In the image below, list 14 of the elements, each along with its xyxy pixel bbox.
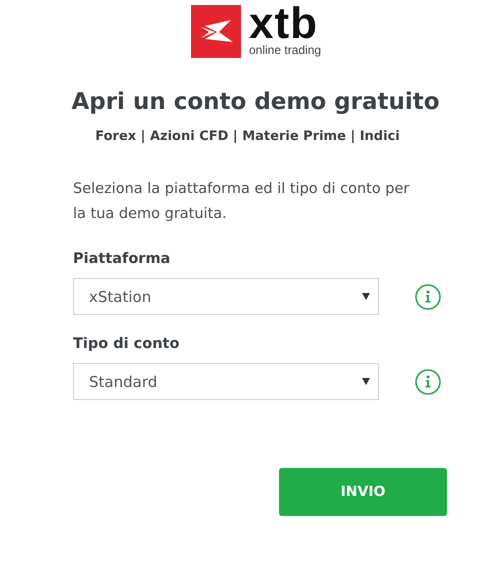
caret-icon — [362, 293, 370, 300]
caret-icon — [362, 378, 370, 385]
intro-text: Seleziona la piattaforma ed il tipo di conto per la tua demo gratuita. — [73, 180, 410, 224]
logo-mark-icon — [191, 5, 241, 58]
info-icon[interactable] — [415, 284, 441, 310]
field-label: Piattaforma — [73, 250, 172, 268]
subtitle: Forex | Azioni CFD | Materie Prime | Indici — [94, 128, 401, 146]
logo-tagline: online trading — [249, 43, 322, 57]
dropdown[interactable]: xStation — [73, 278, 379, 315]
dropdown[interactable]: Standard — [73, 363, 379, 400]
field-label: Tipo di conto — [73, 335, 180, 353]
info-icon[interactable] — [415, 368, 441, 394]
page-title: Apri un conto demo gratuito — [70, 88, 441, 117]
logo-wordmark: xtb — [249, 5, 318, 43]
